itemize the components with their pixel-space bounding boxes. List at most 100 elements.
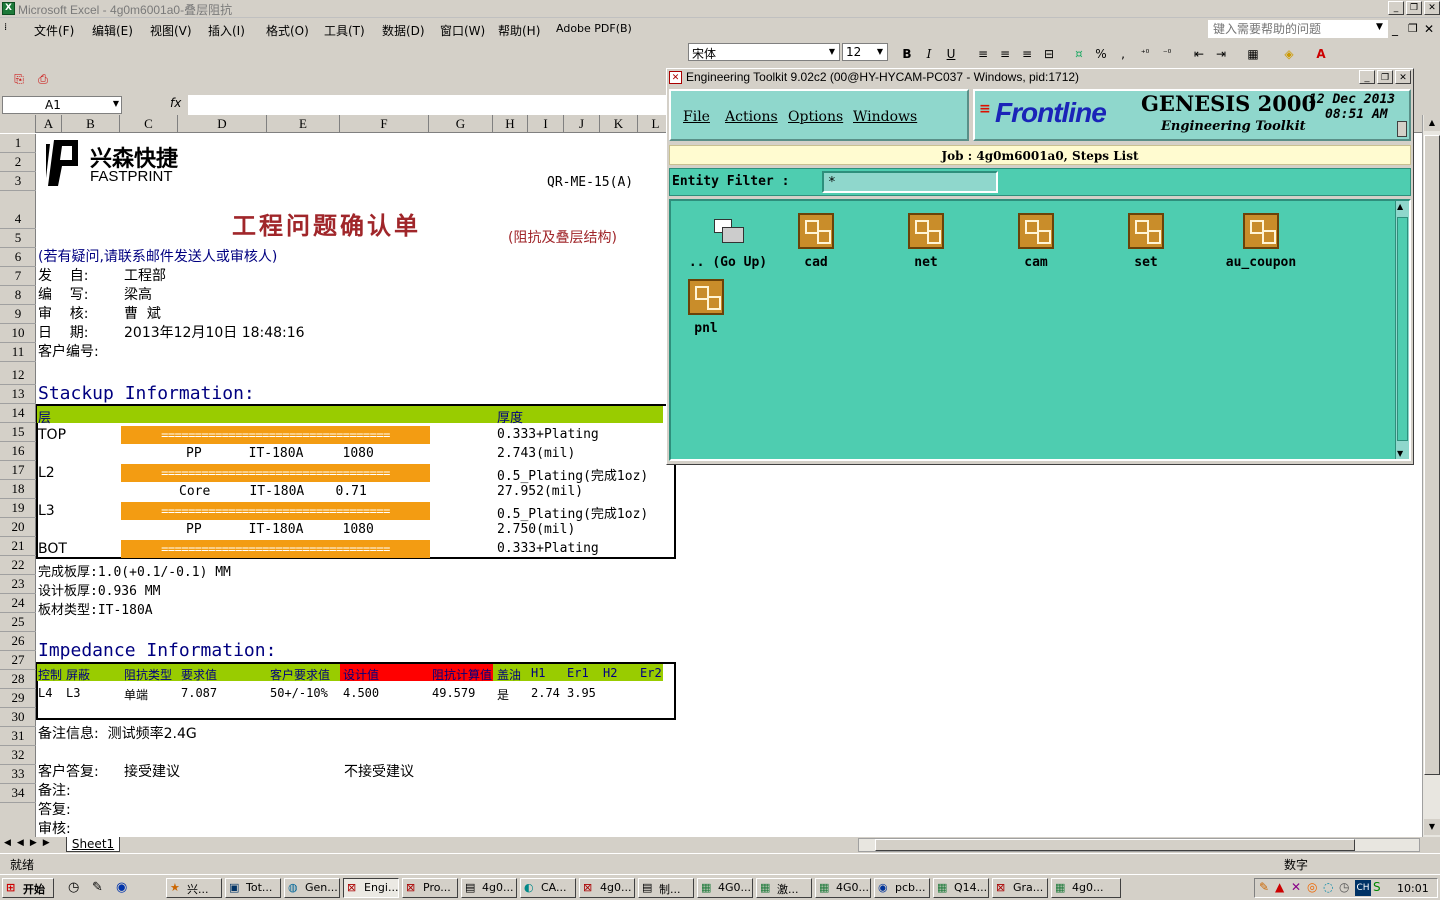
row-header[interactable]: 2 bbox=[0, 153, 36, 172]
entity-filter-input[interactable] bbox=[822, 171, 998, 193]
scroll-up-icon[interactable]: ▲ bbox=[1397, 202, 1403, 211]
col-header[interactable]: B bbox=[62, 115, 120, 133]
row-header[interactable]: 8 bbox=[0, 286, 36, 305]
row-header[interactable]: 3 bbox=[0, 172, 36, 191]
formula-input[interactable] bbox=[188, 95, 668, 115]
bold-button[interactable]: B bbox=[898, 46, 916, 63]
genesis-menu-actions[interactable]: Actions bbox=[725, 109, 778, 125]
tray-icon[interactable]: ◌ bbox=[1323, 880, 1333, 894]
increase-decimal-icon[interactable]: ⁺⁰ bbox=[1136, 46, 1154, 63]
doc-restore-button[interactable]: ❐ bbox=[1408, 22, 1418, 35]
genesis-maximize-button[interactable]: ❐ bbox=[1377, 70, 1393, 84]
font-name-select[interactable]: 宋体 ▼ bbox=[688, 43, 840, 61]
tray-icon[interactable]: ◷ bbox=[1339, 880, 1349, 894]
row-header[interactable]: 20 bbox=[0, 518, 36, 537]
task-button[interactable]: ▤ 制... bbox=[638, 878, 694, 898]
menu-help[interactable]: 帮助(H) bbox=[498, 22, 540, 39]
row-header[interactable]: 34 bbox=[0, 784, 36, 803]
task-button[interactable]: ★ 兴... bbox=[166, 878, 222, 898]
fill-color-icon[interactable]: ◈ bbox=[1280, 46, 1298, 63]
row-header[interactable]: 24 bbox=[0, 594, 36, 613]
task-button[interactable]: ⊠ 4g0... bbox=[579, 878, 635, 898]
font-color-icon[interactable]: A bbox=[1312, 46, 1330, 63]
row-header[interactable]: 33 bbox=[0, 765, 36, 784]
row-header[interactable]: 26 bbox=[0, 632, 36, 651]
step-au-coupon[interactable]: au_coupon bbox=[1201, 213, 1321, 270]
genesis-scroll-thumb[interactable] bbox=[1397, 217, 1408, 441]
genesis-side-handle[interactable] bbox=[1397, 121, 1407, 137]
menu-adobe-pdf[interactable]: Adobe PDF(B) bbox=[556, 22, 632, 35]
task-button[interactable]: ▣ Tot... bbox=[225, 878, 281, 898]
pdf-email-icon[interactable]: ⎙ bbox=[34, 71, 52, 88]
align-center-icon[interactable]: ≡ bbox=[996, 46, 1014, 63]
scroll-thumb[interactable] bbox=[1424, 135, 1440, 775]
row-header[interactable]: 13 bbox=[0, 385, 36, 404]
col-header[interactable]: J bbox=[564, 115, 600, 133]
row-header[interactable]: 30 bbox=[0, 708, 36, 727]
name-box[interactable]: A1 ▼ bbox=[2, 96, 122, 114]
percent-button[interactable]: % bbox=[1092, 46, 1110, 63]
genesis-scrollbar[interactable]: ▲ ▼ bbox=[1395, 201, 1409, 459]
row-header[interactable]: 4 bbox=[0, 191, 36, 229]
step-cad[interactable]: cad bbox=[761, 213, 871, 270]
step-cam[interactable]: cam bbox=[981, 213, 1091, 270]
col-header[interactable]: A bbox=[36, 115, 62, 133]
row-header[interactable]: 1 bbox=[0, 134, 36, 153]
menu-data[interactable]: 数据(D) bbox=[382, 22, 425, 39]
accept-option[interactable]: 接受建议 bbox=[124, 761, 180, 781]
row-header[interactable]: 19 bbox=[0, 499, 36, 518]
row-header[interactable]: 12 bbox=[0, 362, 36, 385]
task-button[interactable]: ◐ CA... bbox=[520, 878, 576, 898]
row-header[interactable]: 5 bbox=[0, 229, 36, 248]
col-header[interactable]: K bbox=[600, 115, 638, 133]
menu-view[interactable]: 视图(V) bbox=[150, 22, 192, 39]
increase-indent-icon[interactable]: ⇥ bbox=[1212, 46, 1230, 63]
col-header[interactable]: I bbox=[528, 115, 564, 133]
task-button[interactable]: ▦ 4G0... bbox=[697, 878, 753, 898]
font-size-select[interactable]: 12 ▼ bbox=[842, 43, 888, 61]
doc-minimize-button[interactable]: _ bbox=[1392, 22, 1398, 36]
menu-edit[interactable]: 编辑(E) bbox=[92, 22, 133, 39]
row-header[interactable]: 32 bbox=[0, 746, 36, 765]
tray-icon[interactable]: ▲ bbox=[1275, 880, 1284, 894]
row-header[interactable]: 29 bbox=[0, 689, 36, 708]
task-button[interactable]: ◉ pcb... bbox=[874, 878, 930, 898]
merge-center-icon[interactable]: ⊟ bbox=[1040, 46, 1058, 63]
row-header[interactable]: 18 bbox=[0, 480, 36, 499]
task-button[interactable]: ▤ 4g0... bbox=[461, 878, 517, 898]
row-header[interactable]: 28 bbox=[0, 670, 36, 689]
italic-button[interactable]: I bbox=[920, 46, 938, 63]
align-left-icon[interactable]: ≡ bbox=[974, 46, 992, 63]
close-button[interactable]: ✕ bbox=[1424, 1, 1440, 15]
start-button[interactable]: ⊞ 开始 bbox=[2, 878, 54, 898]
row-header[interactable]: 7 bbox=[0, 267, 36, 286]
row-header[interactable]: 21 bbox=[0, 537, 36, 556]
step-pnl[interactable]: pnl bbox=[651, 279, 761, 336]
task-button[interactable]: ⊠ Pro... bbox=[402, 878, 458, 898]
task-button[interactable]: ⊠ Gra... bbox=[992, 878, 1048, 898]
col-header[interactable]: H bbox=[493, 115, 528, 133]
row-header[interactable]: 27 bbox=[0, 651, 36, 670]
row-header[interactable]: 16 bbox=[0, 442, 36, 461]
task-button[interactable]: ▦ 4g0... bbox=[1051, 878, 1121, 898]
steps-list[interactable]: .. (Go Up) cad net cam set au_coupon pnl… bbox=[669, 199, 1411, 461]
menu-window[interactable]: 窗口(W) bbox=[440, 22, 485, 39]
task-button[interactable]: ▦ 4G0... bbox=[815, 878, 871, 898]
genesis-menu-options[interactable]: Options bbox=[788, 109, 843, 125]
row-header[interactable]: 23 bbox=[0, 575, 36, 594]
step-net[interactable]: net bbox=[871, 213, 981, 270]
scroll-down-icon[interactable]: ▼ bbox=[1424, 819, 1440, 835]
col-header[interactable]: G bbox=[429, 115, 493, 133]
row-header[interactable]: 9 bbox=[0, 305, 36, 324]
currency-icon[interactable]: ¤ bbox=[1070, 46, 1088, 63]
doc-close-button[interactable]: ✕ bbox=[1424, 22, 1434, 36]
col-header[interactable]: D bbox=[178, 115, 267, 133]
quicklaunch-icon[interactable]: ◉ bbox=[116, 880, 127, 895]
quicklaunch-icon[interactable]: ◷ bbox=[68, 880, 79, 895]
row-header[interactable]: 17 bbox=[0, 461, 36, 480]
pdf-convert-icon[interactable]: ⎘ bbox=[10, 71, 28, 88]
scroll-down-icon[interactable]: ▼ bbox=[1397, 449, 1403, 458]
row-header[interactable]: 10 bbox=[0, 324, 36, 343]
menu-format[interactable]: 格式(O) bbox=[266, 22, 309, 39]
row-header[interactable]: 22 bbox=[0, 556, 36, 575]
